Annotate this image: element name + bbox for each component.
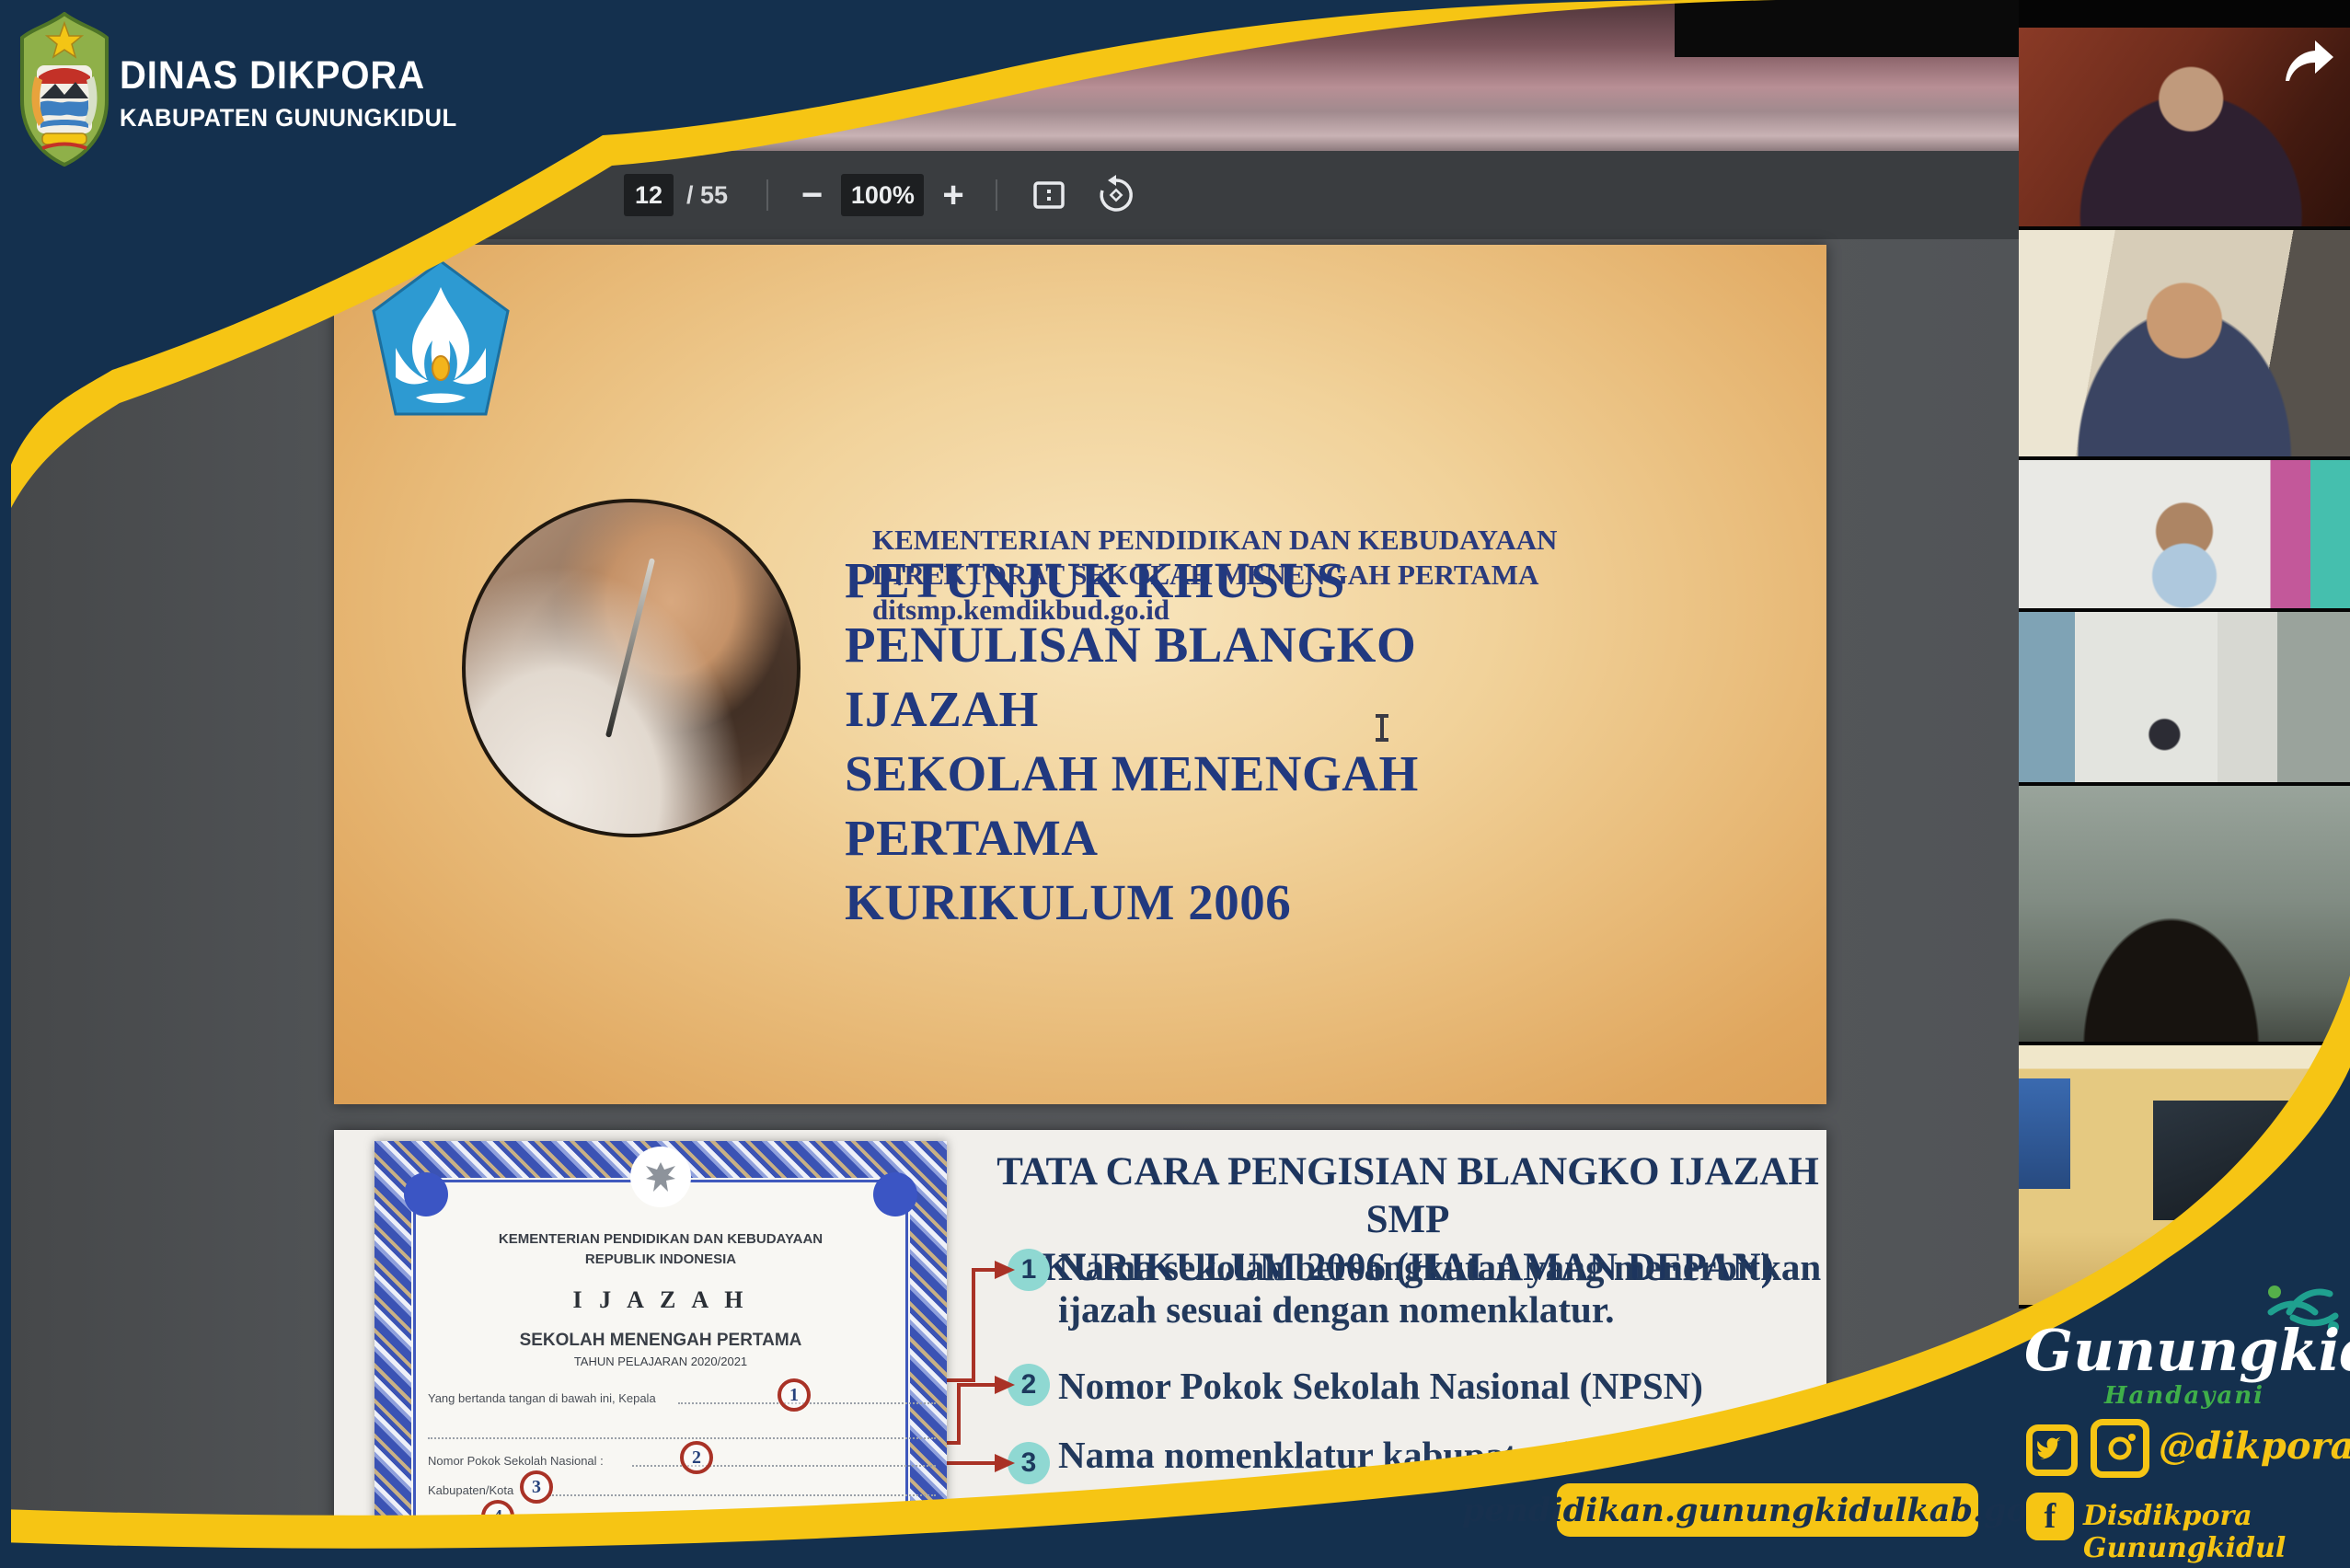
pdf-viewer: 12 / 55 − 100% + xyxy=(9,0,2019,1568)
org-title-block: DINAS DIKPORA KABUPATEN GUNUNGKIDUL xyxy=(120,53,635,133)
dark-screen xyxy=(2153,1101,2291,1220)
pen-in-photo xyxy=(605,558,655,738)
gunungkidul-crest-logo xyxy=(18,12,110,167)
garuda-emblem xyxy=(630,1147,691,1207)
participant-video-4[interactable] xyxy=(2019,612,2350,782)
title-line4: KURIKULUM 2006 xyxy=(845,870,1608,935)
slide-title: PETUNJUK KHUSUS PENULISAN BLANGKO IJAZAH… xyxy=(845,548,1608,935)
title-line2: PENULISAN BLANGKO IJAZAH xyxy=(845,613,1608,742)
cert-year: TAHUN PELAJARAN 2020/2021 xyxy=(411,1355,910,1368)
participant-video-3[interactable] xyxy=(2019,460,2350,608)
participant-video-5[interactable] xyxy=(2019,786,2350,1042)
facebook-page-name[interactable]: Disdikpora Gunungkidul xyxy=(2083,1500,2350,1564)
slide-cover-page: KEMENTERIAN PENDIDIKAN DAN KEBUDAYAAN DI… xyxy=(334,245,1826,1104)
cert-mark-1: 1 xyxy=(778,1378,811,1412)
brand-wordmark: Gunungkidul xyxy=(2024,1323,2344,1378)
rotate-icon[interactable] xyxy=(1095,174,1137,216)
title-line1: PETUNJUK KHUSUS xyxy=(845,548,1608,613)
zoom-in-button[interactable]: + xyxy=(942,177,963,213)
org-subtitle: KABUPATEN GUNUNGKIDUL xyxy=(120,104,609,133)
cert-title: I J A Z A H xyxy=(411,1286,910,1314)
social-handle[interactable]: @dikpora_gk xyxy=(2159,1424,2350,1468)
participant-video-2[interactable] xyxy=(2019,230,2350,456)
participant-video-6[interactable] xyxy=(2019,1045,2350,1305)
hand-writing-photo xyxy=(462,499,801,837)
cert-row5-label: Provinsi xyxy=(428,1513,470,1527)
blue-poster xyxy=(2019,1078,2070,1189)
twitter-icon[interactable] xyxy=(2026,1424,2078,1476)
ijazah-certificate-preview: KEMENTERIAN PENDIDIKAN DAN KEBUDAYAAN RE… xyxy=(374,1141,947,1568)
page-count-label: / 55 xyxy=(686,181,728,210)
zoom-out-button[interactable]: − xyxy=(801,177,823,213)
cert-mark-2: 2 xyxy=(680,1441,713,1474)
brand-tagline: Handayani xyxy=(2024,1382,2344,1410)
page-number-input[interactable]: 12 xyxy=(624,174,674,216)
zoom-level-input[interactable]: 100% xyxy=(841,174,924,216)
brand-text: Gunungkidul xyxy=(2024,1317,2350,1384)
participant-video-1[interactable] xyxy=(2019,28,2350,226)
cert-header1: KEMENTERIAN PENDIDIKAN DAN KEBUDAYAAN xyxy=(411,1231,910,1247)
facebook-icon[interactable]: f xyxy=(2026,1493,2074,1540)
certificate-corner-ornament-right xyxy=(873,1172,917,1216)
website-pill[interactable]: pendidikan.gunungkidulkab.go.id xyxy=(1557,1483,1978,1537)
cert-subtitle: SEKOLAH MENENGAH PERTAMA xyxy=(411,1331,910,1351)
tutwuri-handayani-logo xyxy=(368,259,513,421)
cert-mark-4: 4 xyxy=(481,1500,514,1533)
instagram-icon[interactable] xyxy=(2091,1419,2149,1478)
title-line3: SEKOLAH MENENGAH PERTAMA xyxy=(845,742,1608,870)
cert-row5b-label: menerangkan bahwa xyxy=(750,1513,861,1527)
cert-row4-label: Kabupaten/Kota xyxy=(428,1483,513,1497)
fit-page-icon[interactable] xyxy=(1029,175,1069,215)
cert-row3-label: Nomor Pokok Sekolah Nasional : xyxy=(428,1454,604,1468)
text-cursor xyxy=(1380,714,1384,742)
certificate-corner-ornament-left xyxy=(404,1172,448,1216)
video-top-letterbox xyxy=(1675,0,2019,57)
pdf-toolbar: 12 / 55 − 100% + xyxy=(9,151,2019,239)
cert-row6-label: Nama xyxy=(428,1544,460,1558)
org-name: DINAS DIKPORA xyxy=(120,53,599,98)
meeting-screenshot: 12 / 55 − 100% + xyxy=(0,0,2350,1568)
cert-header2: REPUBLIK INDONESIA xyxy=(411,1251,910,1267)
share-arrow-icon[interactable] xyxy=(2278,37,2339,89)
bottom-window-edge xyxy=(0,1557,2103,1568)
gunungkidul-brand-block: Gunungkidul Handayani xyxy=(2024,1323,2344,1410)
cert-mark-3: 3 xyxy=(520,1470,553,1504)
cert-row1-label: Yang bertanda tangan di bawah ini, Kepal… xyxy=(428,1391,656,1405)
